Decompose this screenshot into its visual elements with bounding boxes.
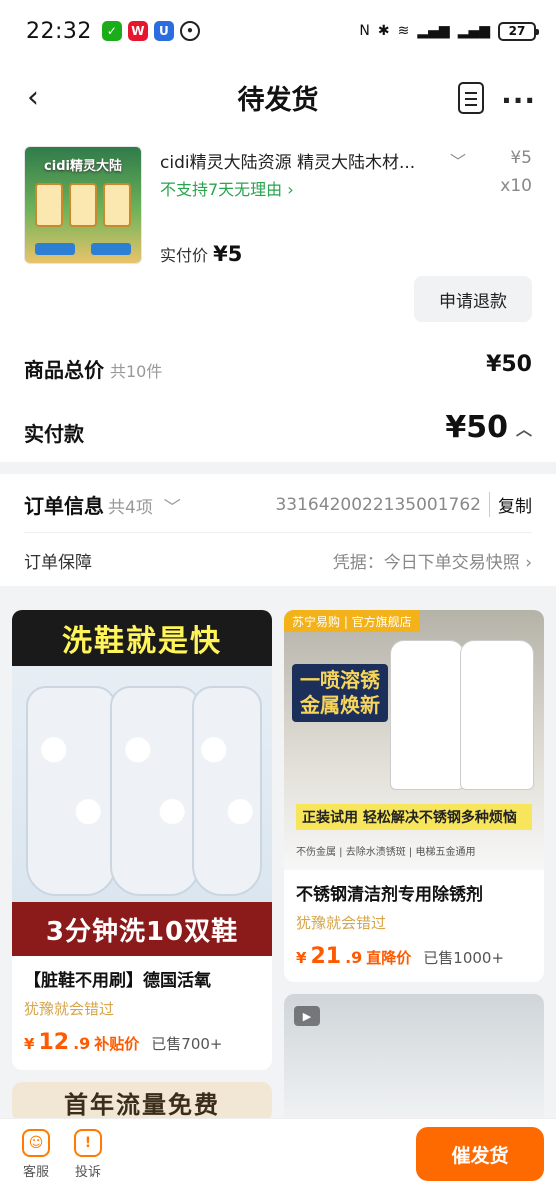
image-headline: 一喷溶锈 金属焕新 — [292, 664, 388, 722]
image-banner-top: 洗鞋就是快 — [12, 610, 272, 666]
chevron-down-icon[interactable]: ﹀ — [450, 148, 466, 172]
product-price: ¥5 — [510, 148, 532, 168]
card-title: 不锈钢清洁剂专用除锈剂 — [296, 885, 483, 905]
actual-paid-value[interactable]: ¥50 ︿ — [445, 410, 532, 445]
order-number-row: 3316420022135001762 复制 — [275, 492, 532, 517]
image-banner-bottom: 3分钟洗10双鞋 — [12, 902, 272, 956]
product-thumbnail[interactable]: cidi精灵大陆 — [24, 146, 142, 264]
more-icon[interactable]: ··· — [501, 84, 536, 117]
back-icon[interactable]: ‹ — [18, 80, 48, 115]
order-card: cidi精灵大陆 cidi精灵大陆资源 精灵大陆木材... ﹀ ¥5 不支持7天… — [0, 132, 556, 462]
product-image: 苏宁易购 | 官方旗舰店 一喷溶锈 金属焕新 正装试用 轻松解决不锈钢多种烦恼 不… — [284, 610, 544, 870]
product-image: ▶ — [284, 994, 544, 1118]
product-bag — [192, 686, 262, 896]
signal-icon-2: ▂▄▆ — [457, 23, 490, 39]
signal-icon: ▂▄▆ — [417, 23, 450, 39]
thumbnail-title: cidi精灵大陆 — [44, 159, 122, 174]
guarantee-label: 订单保障 — [24, 553, 92, 573]
service-button[interactable]: ☺ 客服 — [14, 1129, 58, 1180]
product-bottle — [390, 640, 464, 790]
thumb-card — [35, 183, 63, 227]
urge-shipping-button[interactable]: 催发货 — [416, 1127, 544, 1181]
bottom-bar: ☺ 客服 ! 投诉 催发货 — [0, 1118, 556, 1200]
service-icon: ☺ — [22, 1129, 50, 1157]
thumb-button — [91, 243, 131, 255]
card-tag: 犹豫就会错过 — [296, 914, 387, 932]
status-app-icons: ✓ W U • — [101, 21, 200, 41]
eye-icon: • — [179, 21, 200, 41]
divider — [24, 532, 532, 533]
product-quantity: x10 — [500, 176, 532, 196]
card-price: ¥12.9 补贴价 已售700+ — [24, 1030, 223, 1055]
product-title[interactable]: cidi精灵大陆资源 精灵大陆木材... — [160, 148, 450, 173]
status-right: N ✱ ≋ ▂▄▆ ▂▄▆ 27 — [359, 21, 539, 41]
feed-card[interactable]: 苏宁易购 | 官方旗舰店 一喷溶锈 金属焕新 正装试用 轻松解决不锈钢多种烦恼 不… — [284, 610, 544, 982]
guarantee-value[interactable]: 凭据：今日下单交易快照 › — [333, 548, 532, 573]
product-bag — [26, 686, 116, 896]
card-tag: 犹豫就会错过 — [24, 1000, 115, 1018]
product-image: 洗鞋就是快 3分钟洗10双鞋 — [12, 610, 272, 956]
total-label: 商品总价 共10件 — [24, 358, 163, 382]
recommend-feed: 洗鞋就是快 3分钟洗10双鞋 【脏鞋不用刷】德国活氧 犹豫就会错过 ¥12.9 … — [0, 598, 556, 1118]
complain-button[interactable]: ! 投诉 — [66, 1129, 110, 1180]
app-u-icon: U — [153, 21, 174, 41]
order-info-label[interactable]: 订单信息 共4项 ﹀ — [24, 490, 181, 519]
image-banner: 首年流量免费 — [12, 1082, 272, 1118]
copy-button[interactable]: 复制 — [489, 492, 532, 517]
nfc-icon: N — [359, 23, 370, 39]
battery-icon: 27 — [498, 21, 539, 41]
return-policy[interactable]: 不支持7天无理由 › — [160, 176, 294, 200]
bluetooth-icon: ✱ — [377, 23, 390, 39]
weibo-icon: W — [127, 21, 148, 41]
order-number: 3316420022135001762 — [275, 494, 481, 515]
image-strip: 正装试用 轻松解决不锈钢多种烦恼 — [296, 804, 532, 830]
feed-card[interactable]: 首年流量免费 — [12, 1082, 272, 1118]
card-price: ¥21.9 直降价 已售1000+ — [296, 944, 505, 969]
wifi-icon: ≋ — [397, 23, 410, 39]
order-info-card: 订单信息 共4项 ﹀ 3316420022135001762 复制 订单保障 凭据… — [0, 474, 556, 586]
notes-icon[interactable] — [458, 82, 484, 114]
feed-card[interactable]: 洗鞋就是快 3分钟洗10双鞋 【脏鞋不用刷】德国活氧 犹豫就会错过 ¥12.9 … — [12, 610, 272, 1070]
play-icon: ▶ — [294, 1006, 320, 1026]
chevron-down-icon: ﹀ — [163, 498, 181, 518]
image-footer: 不伤金属 | 去除水渍锈斑 | 电梯五金通用 — [296, 847, 476, 858]
chevron-up-icon: ︿ — [515, 419, 532, 439]
status-time: 22:32 — [26, 18, 92, 44]
refund-button[interactable]: 申请退款 — [414, 276, 532, 322]
top-nav: ‹ 待发货 ··· — [0, 62, 556, 132]
status-bar: 22:32 ✓ W U • N ✱ ≋ ▂▄▆ ▂▄▆ 27 — [0, 0, 556, 62]
thumb-button — [35, 243, 75, 255]
product-bag — [110, 686, 200, 896]
thumb-card — [69, 183, 97, 227]
complain-icon: ! — [74, 1129, 102, 1157]
feed-card[interactable]: ▶ — [284, 994, 544, 1118]
wechat-icon: ✓ — [101, 21, 122, 41]
card-title: 【脏鞋不用刷】德国活氧 — [24, 971, 211, 991]
paid-price: 实付价 ¥5 — [160, 242, 243, 266]
brand-badge: 苏宁易购 | 官方旗舰店 — [284, 610, 420, 632]
actual-paid-label: 实付款 — [24, 422, 84, 446]
thumb-card — [103, 183, 131, 227]
total-value: ¥50 — [486, 352, 532, 377]
product-bottle — [460, 640, 534, 790]
